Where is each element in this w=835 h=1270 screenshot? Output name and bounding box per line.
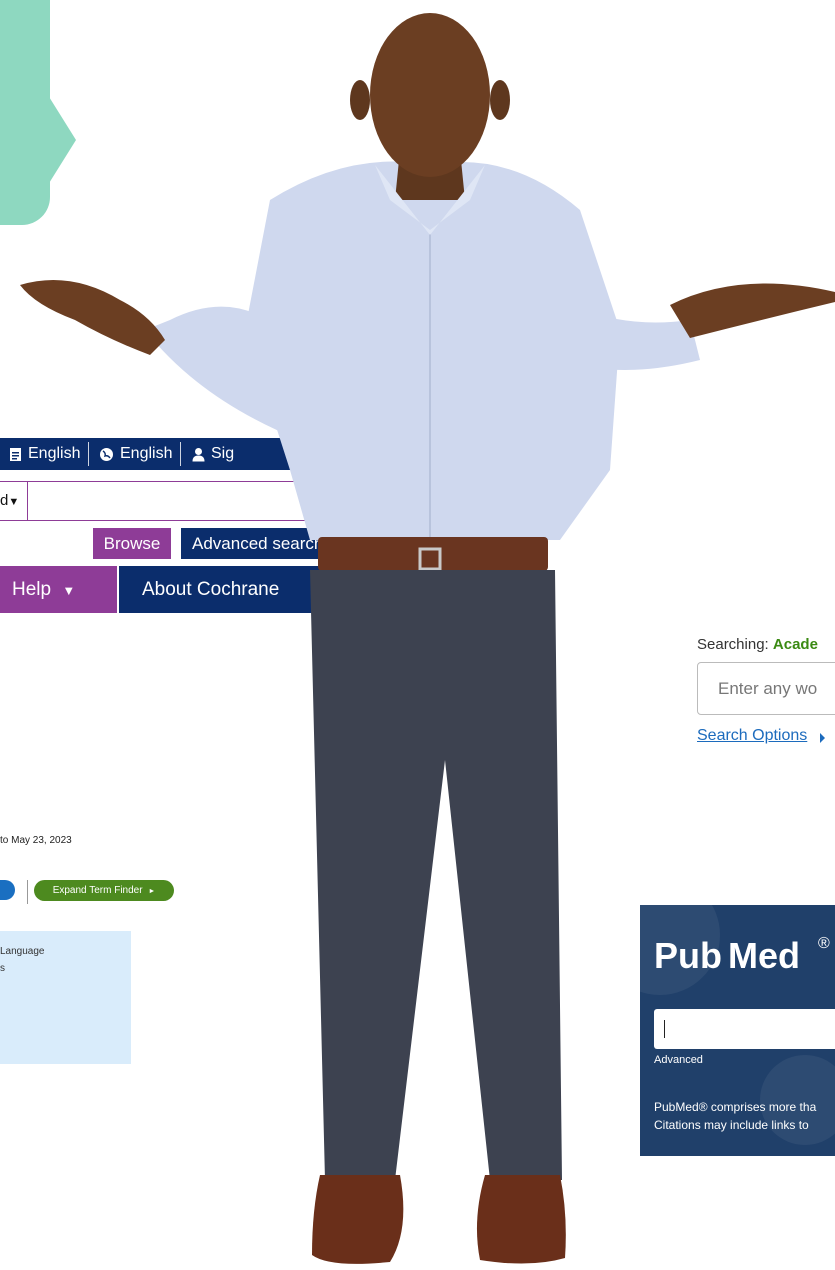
shrugging-person-illustration [20,13,835,1264]
